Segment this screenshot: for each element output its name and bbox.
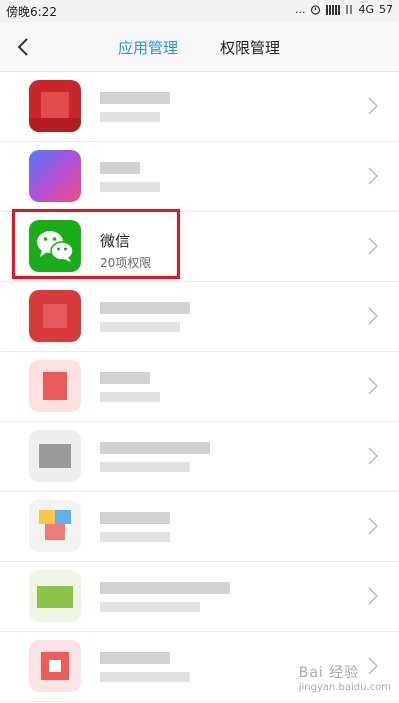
app-sub-blurred (100, 532, 170, 542)
app-name-blurred (100, 582, 230, 594)
app-icon (29, 430, 81, 482)
data-transfer-icon (346, 5, 353, 14)
battery-level: 57 (379, 3, 393, 16)
status-time: 傍晚6:22 (6, 5, 57, 19)
chevron-right-icon (368, 587, 379, 605)
list-item[interactable] (0, 562, 399, 632)
tab-permission-management[interactable]: 权限管理 (220, 37, 280, 58)
signal-icon (326, 4, 341, 15)
chevron-right-icon (368, 237, 379, 255)
watermark: Bai 经验 jingyan.baidu.com (299, 662, 391, 693)
app-name-blurred (100, 372, 150, 384)
list-item[interactable] (0, 72, 399, 142)
app-icon (29, 290, 81, 342)
app-name-blurred (100, 442, 210, 454)
app-sub-blurred (100, 602, 200, 612)
app-icon (29, 570, 81, 622)
watermark-text: Bai 经验 (298, 665, 360, 681)
app-name-blurred (100, 92, 170, 104)
app-name-blurred (100, 652, 170, 664)
app-icon (29, 640, 81, 692)
app-header: 应用管理 权限管理 (0, 22, 399, 72)
chevron-right-icon (368, 97, 379, 115)
app-icon (29, 500, 81, 552)
app-icon (29, 80, 81, 132)
more-dots: ... (294, 3, 306, 16)
highlight-box (12, 209, 180, 279)
app-sub-blurred (100, 182, 160, 192)
list-item[interactable] (0, 492, 399, 562)
tab-app-management[interactable]: 应用管理 (118, 37, 178, 58)
app-name-blurred (100, 302, 190, 314)
chevron-right-icon (368, 167, 379, 185)
app-sub-blurred (100, 672, 190, 682)
network-type: 4G (358, 3, 374, 16)
back-icon[interactable] (14, 36, 34, 58)
app-name-blurred (100, 512, 170, 524)
app-sub-blurred (100, 392, 160, 402)
list-item[interactable] (0, 142, 399, 212)
app-icon (29, 150, 81, 202)
app-sub-blurred (100, 112, 160, 122)
list-item[interactable] (0, 352, 399, 422)
app-name-blurred (100, 162, 140, 174)
chevron-right-icon (368, 307, 379, 325)
chevron-right-icon (368, 517, 379, 535)
status-bar: 傍晚6:22 ... 4G 57 (0, 0, 399, 22)
alarm-icon (311, 5, 321, 15)
list-item[interactable] (0, 422, 399, 492)
chevron-right-icon (368, 447, 379, 465)
list-item[interactable] (0, 282, 399, 352)
app-sub-blurred (100, 322, 180, 332)
app-sub-blurred (100, 462, 190, 472)
app-icon (29, 360, 81, 412)
status-icons: ... 4G 57 (295, 3, 393, 16)
watermark-url: jingyan.baidu.com (298, 682, 391, 693)
chevron-right-icon (368, 377, 379, 395)
